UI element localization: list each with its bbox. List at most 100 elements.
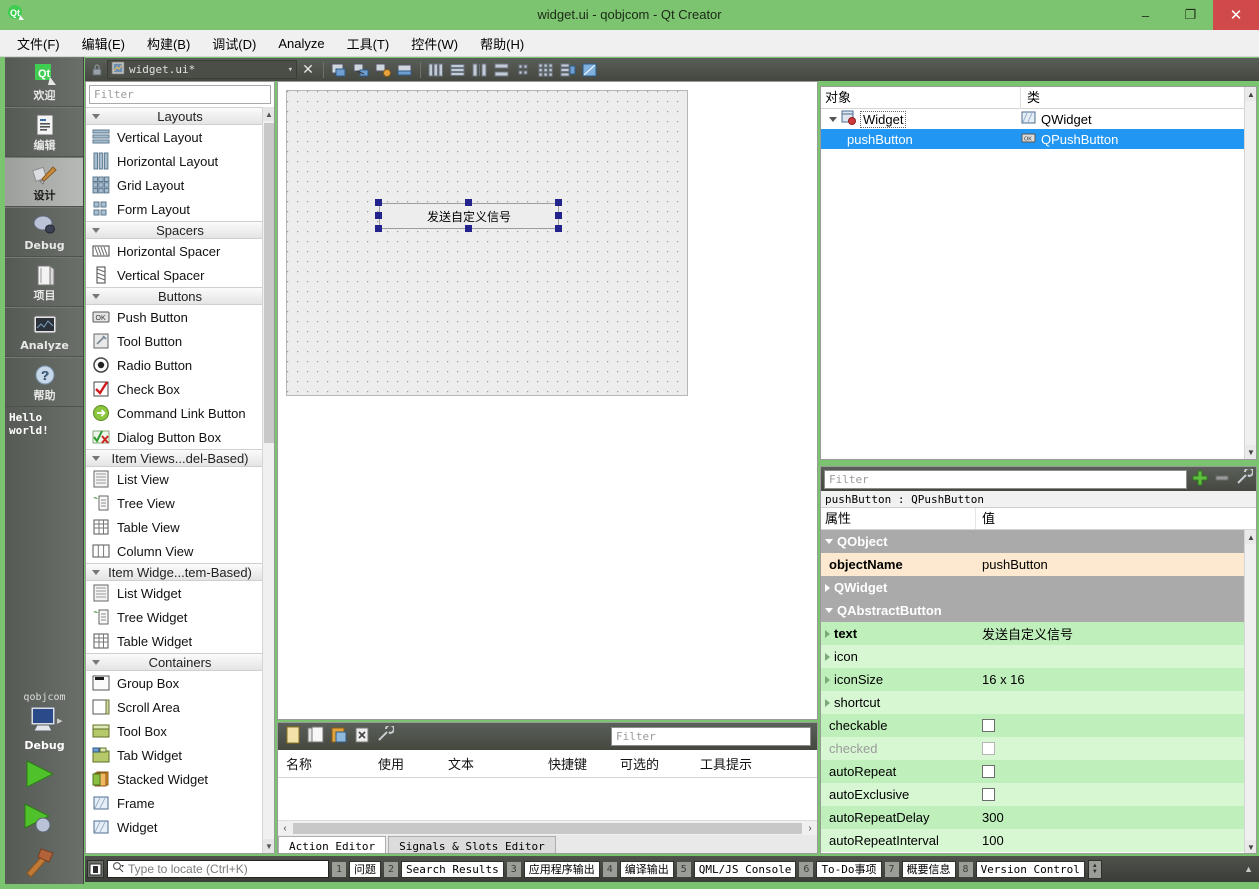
scrollbar-thumb[interactable] [264,123,274,443]
menu-file[interactable]: 文件(F) [6,31,71,56]
layout-horizontally-button[interactable] [425,60,447,80]
chevron-right-icon[interactable] [825,583,830,592]
minimize-button[interactable]: – [1123,0,1168,30]
widget-item-scroll-area[interactable]: Scroll Area [86,695,274,719]
column-header-class[interactable]: 类 [1021,87,1256,108]
edit-widgets-button[interactable] [328,60,350,80]
menu-help[interactable]: 帮助(H) [469,31,535,56]
mode-help[interactable]: ? ? 帮助 [5,357,83,407]
property-editor-scrollbar[interactable]: ▲ ▼ [1244,530,1256,853]
property-row-text[interactable]: text 发送自定义信号 [821,622,1256,645]
scroll-up-icon[interactable]: ▲ [1245,87,1256,101]
widget-item-radio-button[interactable]: Radio Button [86,353,274,377]
widget-item-list-widget[interactable]: List Widget [86,581,274,605]
property-row-shortcut[interactable]: shortcut [821,691,1256,714]
property-group-qobject[interactable]: QObject [821,530,1256,553]
checkbox-autoexclusive[interactable] [982,788,995,801]
debug-button[interactable] [5,796,83,840]
delete-action-button[interactable] [353,726,371,747]
menu-edit[interactable]: 编辑(E) [71,31,136,56]
chevron-right-icon[interactable] [825,629,830,638]
layout-splitter-vertical-button[interactable] [491,60,513,80]
run-button[interactable] [5,752,83,796]
object-row-widget[interactable]: Widget QWidget [821,109,1256,129]
property-value[interactable]: 300 [982,810,1004,825]
mode-analyze[interactable]: Analyze [5,307,83,357]
column-header-shortcut[interactable]: 快捷键 [540,754,612,773]
mode-design[interactable]: 设计 [5,157,83,207]
column-header-used[interactable]: 使用 [370,754,440,773]
collapse-output-button[interactable]: ▲ [1244,864,1253,874]
widget-item-tab-widget[interactable]: Tab Widget [86,743,274,767]
mode-projects[interactable]: 项目 [5,257,83,307]
menu-debug[interactable]: 调试(D) [201,31,267,56]
menu-build[interactable]: 构建(B) [136,31,201,56]
configure-property-button[interactable] [1235,467,1254,490]
widget-box-filter-input[interactable]: Filter [89,85,271,104]
layout-splitter-horizontal-button[interactable] [469,60,491,80]
locator-input[interactable]: Type to locate (Ctrl+K) [107,860,329,878]
chevron-right-icon[interactable] [825,652,830,661]
widget-box-scrollbar[interactable]: ▲ ▼ [262,107,274,853]
new-action-button[interactable] [284,726,302,747]
object-row-pushbutton[interactable]: pushButton OK QPushButton [821,129,1256,149]
form-editor-canvas[interactable]: 发送自定义信号 [277,81,818,720]
file-selector-combo[interactable]: widget.ui* ▾ [107,60,297,79]
property-value[interactable]: pushButton [982,557,1048,572]
widget-item-vertical-layout[interactable]: Vertical Layout [86,125,274,149]
widget-item-horizontal-layout[interactable]: Horizontal Layout [86,149,274,173]
scroll-up-icon[interactable]: ▲ [263,107,274,121]
column-header-value[interactable]: 值 [976,508,1256,529]
edit-tab-order-button[interactable] [394,60,416,80]
widget-item-horizontal-spacer[interactable]: Horizontal Spacer [86,239,274,263]
mode-welcome[interactable]: Qt 欢迎 [5,57,83,107]
property-row-autorepeat[interactable]: autoRepeat [821,760,1256,783]
widget-category-containers[interactable]: Containers [86,653,274,671]
layout-vertically-button[interactable] [447,60,469,80]
widget-category-buttons[interactable]: Buttons [86,287,274,305]
mode-debug[interactable]: Debug [5,207,83,257]
widget-item-form-layout[interactable]: Form Layout [86,197,274,221]
scrollbar-thumb[interactable] [293,822,802,834]
column-header-tooltip[interactable]: 工具提示 [692,754,817,773]
widget-item-widget[interactable]: Widget [86,815,274,839]
widget-item-vertical-spacer[interactable]: Vertical Spacer [86,263,274,287]
object-inspector-scrollbar[interactable]: ▲ ▼ [1244,87,1256,459]
property-value[interactable]: 16 x 16 [982,672,1025,687]
output-button-todo[interactable]: 6 To-Do事项 [799,860,882,879]
widget-item-table-view[interactable]: Table View [86,515,274,539]
layout-grid-button[interactable] [535,60,557,80]
add-property-button[interactable] [1191,469,1209,490]
property-row-icon[interactable]: icon [821,645,1256,668]
paste-action-button[interactable] [330,726,348,747]
widget-item-push-button[interactable]: OK Push Button [86,305,274,329]
output-button-application-output[interactable]: 3 应用程序输出 [506,860,600,879]
column-header-text[interactable]: 文本 [440,754,540,773]
widget-item-list-view[interactable]: List View [86,467,274,491]
column-header-object[interactable]: 对象 [821,87,1021,108]
resize-handle-sw[interactable] [375,225,382,232]
widget-item-tree-widget[interactable]: Tree Widget [86,605,274,629]
property-row-autoexclusive[interactable]: autoExclusive [821,783,1256,806]
output-pane-spinner[interactable]: ▲ ▼ [1087,859,1102,879]
output-button-general-messages[interactable]: 7 概要信息 [884,860,956,879]
build-button[interactable] [5,840,83,884]
column-header-name[interactable]: 名称 [278,754,370,773]
resize-handle-e[interactable] [555,212,562,219]
resize-handle-n[interactable] [465,199,472,206]
chevron-down-icon[interactable] [825,608,833,613]
lock-icon[interactable] [89,62,105,78]
resize-handle-w[interactable] [375,212,382,219]
widget-category-item-views[interactable]: Item Views...del-Based) [86,449,274,467]
property-row-checkable[interactable]: checkable [821,714,1256,737]
resize-handle-se[interactable] [555,225,562,232]
object-name-widget[interactable]: Widget [860,110,907,128]
resize-handle-ne[interactable] [555,199,562,206]
close-button[interactable]: ✕ [1213,0,1259,30]
property-value[interactable]: 发送自定义信号 [982,624,1073,643]
widget-item-tool-box[interactable]: Tool Box [86,719,274,743]
scroll-down-icon[interactable]: ▼ [1245,445,1256,459]
chevron-down-icon[interactable] [829,116,837,122]
sidebar-toggle-button[interactable] [87,860,104,878]
widget-item-grid-layout[interactable]: Grid Layout [86,173,274,197]
